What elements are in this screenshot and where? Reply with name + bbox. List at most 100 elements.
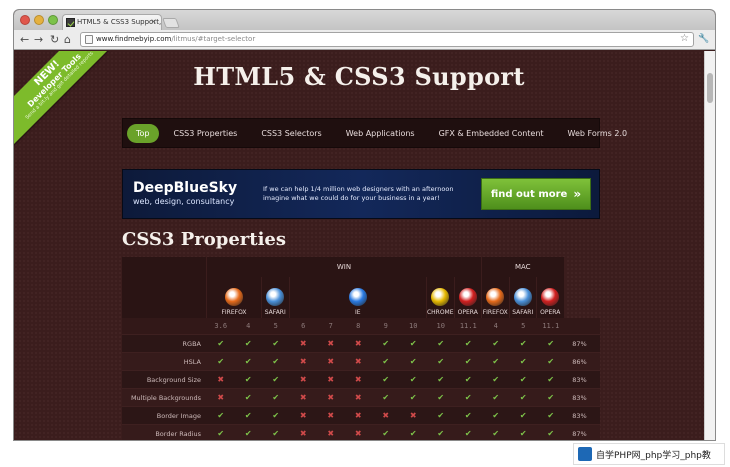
address-bar[interactable]: www.findmebyip.com/litmus/#target-select… <box>80 32 694 47</box>
page-content: NEW! Developer Tools Send a bit.ly and g… <box>14 51 704 440</box>
url-text: www.findmebyip.com/litmus/#target-select… <box>96 35 256 43</box>
browser-header: CHROME <box>427 277 455 318</box>
check-icon: ✔ <box>272 411 280 420</box>
browser-label: OPERA <box>540 309 561 316</box>
home-button[interactable]: ⌂ <box>64 33 71 46</box>
check-icon: ✔ <box>244 429 252 438</box>
browser-header: SAFARI <box>509 277 537 318</box>
check-icon: ✔ <box>244 393 252 402</box>
tab-bar: HTML5 & CSS3 Support, We × <box>14 10 715 30</box>
cross-icon: ✖ <box>327 375 335 384</box>
support-percentage: 83% <box>572 411 587 420</box>
check-icon: ✔ <box>437 375 445 384</box>
cross-icon: ✖ <box>354 339 362 348</box>
cross-icon: ✖ <box>354 393 362 402</box>
opera-icon <box>541 288 560 306</box>
check-icon: ✔ <box>382 393 390 402</box>
support-percentage: 87% <box>572 339 587 348</box>
browser-toolbar: ← → ↻ ⌂ www.findmebyip.com/litmus/#targe… <box>14 30 715 50</box>
ie-icon <box>348 288 367 306</box>
cross-icon: ✖ <box>217 393 225 402</box>
bookmark-star-icon[interactable]: ☆ <box>680 33 689 44</box>
nav-item-top[interactable]: Top <box>127 123 159 143</box>
browser-header: SAFARI <box>262 277 290 318</box>
nav-item-web-applications[interactable]: Web Applications <box>337 124 424 143</box>
nav-item-web-forms-2-0[interactable]: Web Forms 2.0 <box>559 124 637 143</box>
check-icon: ✔ <box>519 393 527 402</box>
version-cell: 5 <box>273 322 278 330</box>
check-icon: ✔ <box>492 375 500 384</box>
check-icon: ✔ <box>217 357 225 366</box>
check-icon: ✔ <box>464 411 472 420</box>
cross-icon: ✖ <box>299 393 307 402</box>
platform-header-row: WIN MAC <box>122 257 600 277</box>
active-tab[interactable]: HTML5 & CSS3 Support, We × <box>62 14 162 30</box>
browser-label: CHROME <box>426 309 454 316</box>
check-icon: ✔ <box>217 339 225 348</box>
browser-header: FIREFOX <box>482 277 510 318</box>
check-icon: ✔ <box>464 429 472 438</box>
check-icon: ✔ <box>519 411 527 420</box>
browser-label: FIREFOX <box>482 309 508 316</box>
nav-item-gfx-embedded-content[interactable]: GFX & Embedded Content <box>430 124 553 143</box>
support-table: WIN MAC FIREFOX SAFARI IE CHROME OPERA FIREFOX S… <box>122 257 600 440</box>
check-icon: ✔ <box>382 429 390 438</box>
advertisement-banner[interactable]: DeepBlueSky web, design, consultancy If … <box>122 169 600 219</box>
platform-header: WIN <box>207 257 482 277</box>
feature-name: RGBA <box>182 339 201 348</box>
version-spacer <box>122 318 207 334</box>
vertical-scrollbar[interactable] <box>704 51 715 440</box>
check-icon: ✔ <box>217 411 225 420</box>
feature-name: Background Size <box>146 375 201 384</box>
version-cell: 10 <box>409 322 418 330</box>
check-icon: ✔ <box>409 375 417 384</box>
check-icon: ✔ <box>437 411 445 420</box>
header-spacer <box>122 257 207 277</box>
browser-header: IE <box>289 277 427 318</box>
check-icon: ✔ <box>547 375 555 384</box>
forward-button[interactable]: → <box>34 33 43 46</box>
safari-icon <box>513 288 532 306</box>
tab-title: HTML5 & CSS3 Support, We <box>77 18 162 26</box>
maximize-window-button[interactable] <box>48 15 58 25</box>
check-icon: ✔ <box>464 393 472 402</box>
check-icon: ✔ <box>272 429 280 438</box>
back-button[interactable]: ← <box>20 33 29 46</box>
nav-item-css3-properties[interactable]: CSS3 Properties <box>165 124 247 143</box>
page-icon <box>85 35 93 44</box>
favicon-icon <box>66 18 75 27</box>
find-out-more-button[interactable]: find out more» <box>481 178 591 210</box>
cross-icon: ✖ <box>354 429 362 438</box>
reload-button[interactable]: ↻ <box>50 33 59 46</box>
cross-icon: ✖ <box>327 339 335 348</box>
version-row: 3.6 4 5 6 7 8 9 10 10 11.1 4 5 11.1 <box>122 318 600 334</box>
site-watermark: 自学PHP网_php学习_php教 <box>573 443 725 465</box>
cross-icon: ✖ <box>327 393 335 402</box>
support-percentage: 87% <box>572 429 587 438</box>
feature-name: Border Radius <box>155 429 201 438</box>
ad-brand: DeepBlueSky <box>133 180 238 196</box>
browser-label: FIREFOX <box>221 309 247 316</box>
close-window-button[interactable] <box>20 15 30 25</box>
tab-close-icon[interactable]: × <box>150 17 157 26</box>
check-icon: ✔ <box>409 393 417 402</box>
check-icon: ✔ <box>547 339 555 348</box>
check-icon: ✔ <box>437 429 445 438</box>
new-tab-button[interactable] <box>162 18 180 28</box>
check-icon: ✔ <box>272 393 280 402</box>
chevron-right-icon: » <box>573 187 582 201</box>
check-icon: ✔ <box>382 357 390 366</box>
nav-item-css3-selectors[interactable]: CSS3 Selectors <box>252 124 330 143</box>
browser-header: FIREFOX <box>207 277 262 318</box>
cross-icon: ✖ <box>327 357 335 366</box>
check-icon: ✔ <box>382 339 390 348</box>
scrollbar-thumb[interactable] <box>707 73 713 103</box>
check-icon: ✔ <box>519 375 527 384</box>
cross-icon: ✖ <box>217 375 225 384</box>
check-icon: ✔ <box>464 357 472 366</box>
check-icon: ✔ <box>409 429 417 438</box>
watermark-logo-icon <box>578 447 592 461</box>
feature-name: Multiple Backgrounds <box>130 393 201 402</box>
wrench-menu-icon[interactable]: 🔧 <box>698 34 709 44</box>
minimize-window-button[interactable] <box>34 15 44 25</box>
